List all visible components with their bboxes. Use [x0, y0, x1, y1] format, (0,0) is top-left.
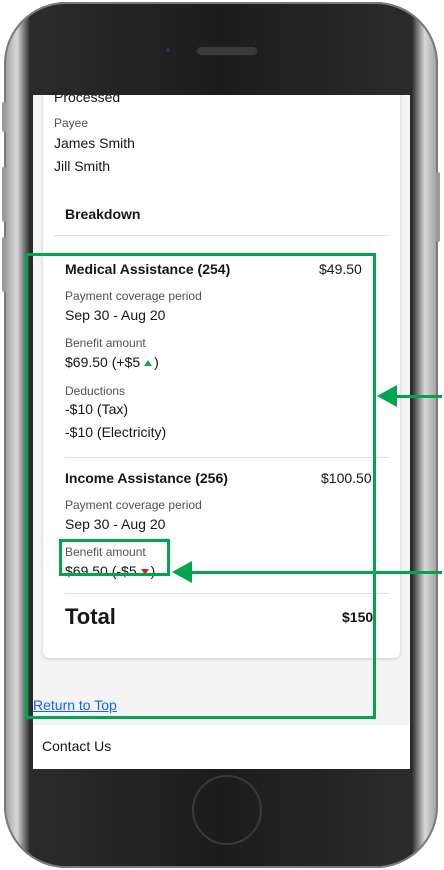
contact-us-link[interactable]: Contact Us: [42, 738, 111, 754]
annotation-arrow-line: [190, 571, 442, 574]
payee-name: Jill Smith: [54, 158, 111, 174]
annotation-arrow-line: [394, 395, 442, 398]
payee-name: James Smith: [54, 135, 135, 151]
payee-label: Payee: [54, 116, 89, 130]
power-button: [436, 172, 440, 242]
front-camera: [164, 46, 172, 54]
volume-down-button: [2, 237, 6, 292]
divider: [54, 235, 389, 236]
earpiece-speaker: [197, 47, 257, 55]
volume-up-button: [2, 167, 6, 222]
highlight-box: [59, 539, 170, 576]
footer-bar: Contact Us: [33, 725, 410, 769]
annotation-arrow-icon: [172, 561, 192, 583]
breakdown-heading: Breakdown: [65, 206, 141, 222]
home-button[interactable]: [192, 775, 262, 845]
highlight-box: [25, 253, 376, 719]
status-value: Processed: [54, 95, 121, 105]
mute-switch: [2, 102, 6, 132]
